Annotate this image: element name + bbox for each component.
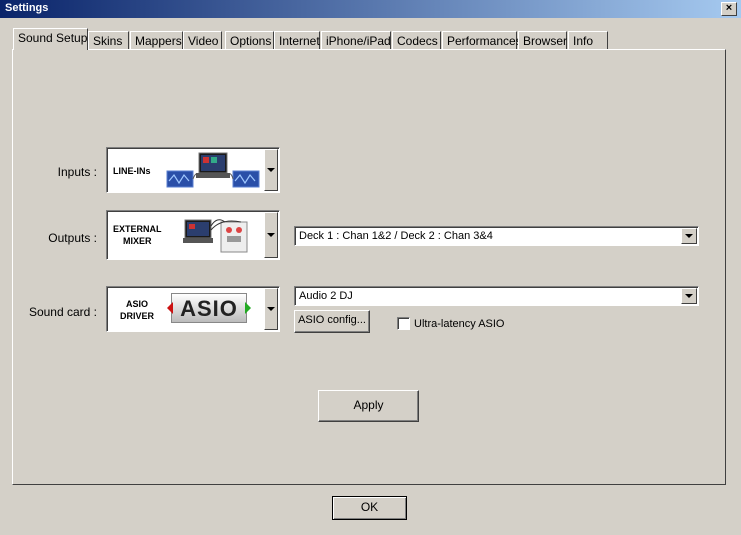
soundcard-selected-text: ASIO DRIVER [113,298,161,322]
close-button[interactable]: × [721,2,737,16]
soundcard-dropdown-button[interactable] [264,288,278,330]
tab-codecs[interactable]: Codecs [392,31,441,49]
title-bar: Settings × [0,0,741,18]
soundcard-selected-line1: ASIO [125,299,148,309]
ultra-latency-checkbox[interactable] [397,317,410,330]
asio-logo: ASIO [167,293,251,323]
chevron-down-icon [685,294,693,298]
tab-video[interactable]: Video [183,31,222,49]
output-channel-value: Deck 1 : Chan 1&2 / Deck 2 : Chan 3&4 [299,230,493,242]
chevron-down-icon [685,234,693,238]
outputs-selected-text: EXTERNAL MIXER [113,223,162,247]
window-title: Settings [5,2,49,14]
tab-performances[interactable]: Performances [442,31,522,49]
tab-sound-setup[interactable]: Sound Setup [13,28,88,50]
outputs-selected-line2: MIXER [123,236,152,246]
apply-button[interactable]: Apply [318,390,419,422]
inputs-dropdown-button[interactable] [264,149,278,191]
chevron-down-icon [267,168,275,172]
outputs-dropdown-button[interactable] [264,212,278,258]
chevron-down-icon [267,233,275,237]
output-channel-select[interactable]: Deck 1 : Chan 1&2 / Deck 2 : Chan 3&4 [294,226,699,246]
tab-mappers[interactable]: Mappers [130,31,183,49]
outputs-label: Outputs : [48,231,97,245]
asio-config-button[interactable]: ASIO config... [294,310,370,333]
ok-button[interactable]: OK [332,496,407,520]
line-in-icon [166,152,260,188]
tab-internet[interactable]: Internet [274,31,320,49]
outputs-selected-line1: EXTERNAL [113,224,162,234]
chevron-down-icon [267,307,275,311]
inputs-selected-text: LINE-INs [113,166,151,176]
tab-browser[interactable]: Browser [518,31,567,49]
soundcard-selected-line2: DRIVER [119,311,154,321]
inputs-label: Inputs : [57,165,97,179]
soundcard-label: Sound card : [28,305,97,319]
output-channel-dropdown-button[interactable] [681,228,697,244]
tab-skins[interactable]: Skins [88,31,129,49]
soundcard-select[interactable]: ASIO DRIVER ASIO [106,286,280,332]
ultra-latency-label: Ultra-latency ASIO [414,318,505,330]
soundcard-device-select[interactable]: Audio 2 DJ [294,286,699,306]
inputs-select[interactable]: LINE-INs [106,147,280,193]
tab-iphone-ipad[interactable]: iPhone/iPad [321,31,391,49]
tab-info[interactable]: Info [568,31,608,49]
outputs-select[interactable]: EXTERNAL MIXER [106,210,280,260]
tab-options[interactable]: Options [225,31,274,49]
soundcard-device-value: Audio 2 DJ [299,290,353,302]
asio-logo-text: ASIO [180,296,238,321]
soundcard-device-dropdown-button[interactable] [681,288,697,304]
external-mixer-icon [183,219,248,253]
